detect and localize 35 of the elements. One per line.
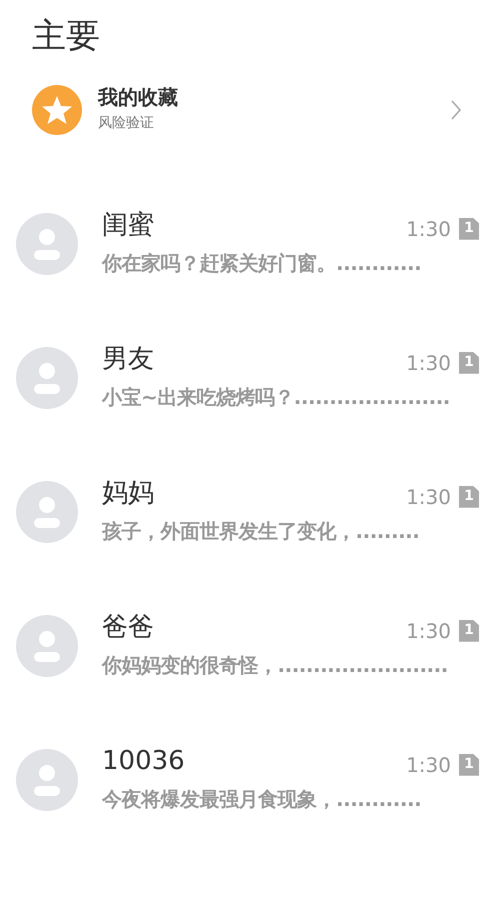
message-time: 1:30 <box>406 484 451 511</box>
contact-name: 男友 <box>102 344 155 375</box>
message-preview: 你在家吗？赶紧关好门窗。............ <box>102 250 422 277</box>
chat-row[interactable]: 爸爸 1:30 1 你妈妈变的很奇怪，........................ <box>0 578 503 713</box>
message-time: 1:30 <box>406 350 451 377</box>
unread-count: 1 <box>459 352 479 374</box>
contact-name: 爸爸 <box>102 612 155 643</box>
message-time: 1:30 <box>406 216 451 243</box>
contact-name: 妈妈 <box>102 478 155 509</box>
favorites-subtitle: 风险验证 <box>98 114 155 134</box>
contact-name: 10036 <box>102 746 186 777</box>
unread-count: 1 <box>459 486 479 508</box>
avatar-icon <box>16 346 78 409</box>
message-preview: 小宝~出来吃烧烤吗？...................... <box>102 384 451 411</box>
unread-count: 1 <box>459 754 479 776</box>
contact-name: 闺蜜 <box>102 210 155 241</box>
message-time: 1:30 <box>406 618 451 645</box>
avatar-icon <box>16 480 78 543</box>
message-preview: 你妈妈变的很奇怪，........................ <box>102 652 449 679</box>
favorites-item[interactable]: 我的收藏 风险验证 <box>32 84 503 135</box>
favorites-title: 我的收藏 <box>98 85 179 110</box>
message-preview: 今夜将爆发最强月食现象，............ <box>102 786 422 813</box>
chat-row[interactable]: 妈妈 1:30 1 孩子，外面世界发生了变化，......... <box>0 444 503 579</box>
chat-row[interactable]: 10036 1:30 1 今夜将爆发最强月食现象，............ <box>0 712 503 847</box>
unread-count: 1 <box>459 218 479 240</box>
unread-count: 1 <box>459 620 479 642</box>
chevron-right-icon <box>449 98 463 121</box>
message-preview: 孩子，外面世界发生了变化，......... <box>102 518 420 545</box>
chat-row[interactable]: 闺蜜 1:30 1 你在家吗？赶紧关好门窗。............ <box>0 176 503 311</box>
avatar-icon <box>16 614 78 677</box>
avatar-icon <box>16 748 78 811</box>
chat-row[interactable]: 男友 1:30 1 小宝~出来吃烧烤吗？...................... <box>0 310 503 445</box>
message-time: 1:30 <box>406 752 451 779</box>
page-title: 主要 <box>32 16 101 57</box>
avatar-icon <box>16 212 78 275</box>
